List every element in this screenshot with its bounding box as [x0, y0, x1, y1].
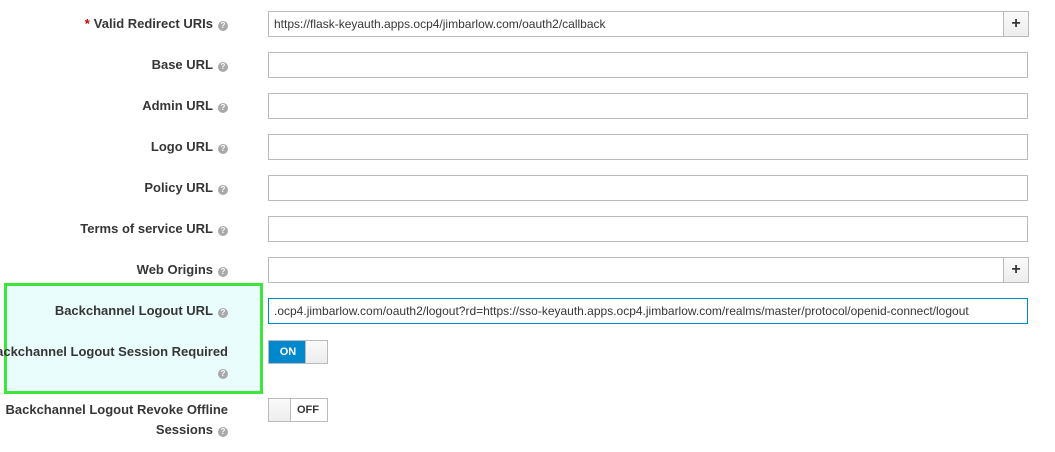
help-icon[interactable]: ?: [218, 21, 228, 31]
required-marker: *: [84, 16, 90, 31]
help-icon[interactable]: ?: [218, 369, 228, 379]
help-icon[interactable]: ?: [218, 103, 228, 113]
web-origins-input[interactable]: [268, 257, 1004, 283]
base-url-label: Base URL?: [152, 57, 228, 72]
terms-of-service-url-input[interactable]: [268, 216, 1028, 242]
toggle-on-label: ON: [269, 341, 307, 363]
web-origins-label: Web Origins?: [137, 262, 228, 277]
help-icon[interactable]: ?: [218, 185, 228, 195]
add-web-origin-button[interactable]: +: [1003, 257, 1029, 283]
logo-url-label: Logo URL?: [151, 139, 228, 154]
toggle-off-label: OFF: [297, 404, 319, 416]
policy-url-label: Policy URL?: [144, 180, 228, 195]
backchannel-logout-revoke-toggle[interactable]: OFF: [268, 398, 328, 422]
toggle-knob: [269, 399, 291, 421]
backchannel-logout-url-label: Backchannel Logout URL?: [55, 303, 228, 318]
help-icon[interactable]: ?: [218, 267, 228, 277]
base-url-input[interactable]: [268, 52, 1028, 78]
admin-url-input[interactable]: [268, 93, 1028, 119]
help-icon[interactable]: ?: [218, 226, 228, 236]
terms-of-service-url-label: Terms of service URL?: [80, 221, 228, 236]
backchannel-logout-revoke-label: Backchannel Logout Revoke Offline Session…: [5, 402, 228, 437]
admin-url-label: Admin URL?: [142, 98, 228, 113]
help-icon[interactable]: ?: [218, 427, 228, 437]
valid-redirect-uris-label: * Valid Redirect URIs?: [85, 16, 228, 31]
toggle-knob: [305, 341, 327, 363]
help-icon[interactable]: ?: [218, 62, 228, 72]
logo-url-input[interactable]: [268, 134, 1028, 160]
valid-redirect-uri-input[interactable]: https://flask-keyauth.apps.ocp4/jimbarlo…: [268, 11, 1004, 37]
help-icon[interactable]: ?: [218, 144, 228, 154]
help-icon[interactable]: ?: [218, 308, 228, 318]
backchannel-logout-session-toggle[interactable]: ON: [268, 340, 328, 364]
add-redirect-uri-button[interactable]: +: [1003, 11, 1029, 37]
backchannel-logout-url-input[interactable]: .ocp4.jimbarlow.com/oauth2/logout?rd=htt…: [268, 298, 1028, 324]
backchannel-logout-session-required-label: Backchannel Logout Session Required?: [0, 344, 228, 379]
policy-url-input[interactable]: [268, 175, 1028, 201]
